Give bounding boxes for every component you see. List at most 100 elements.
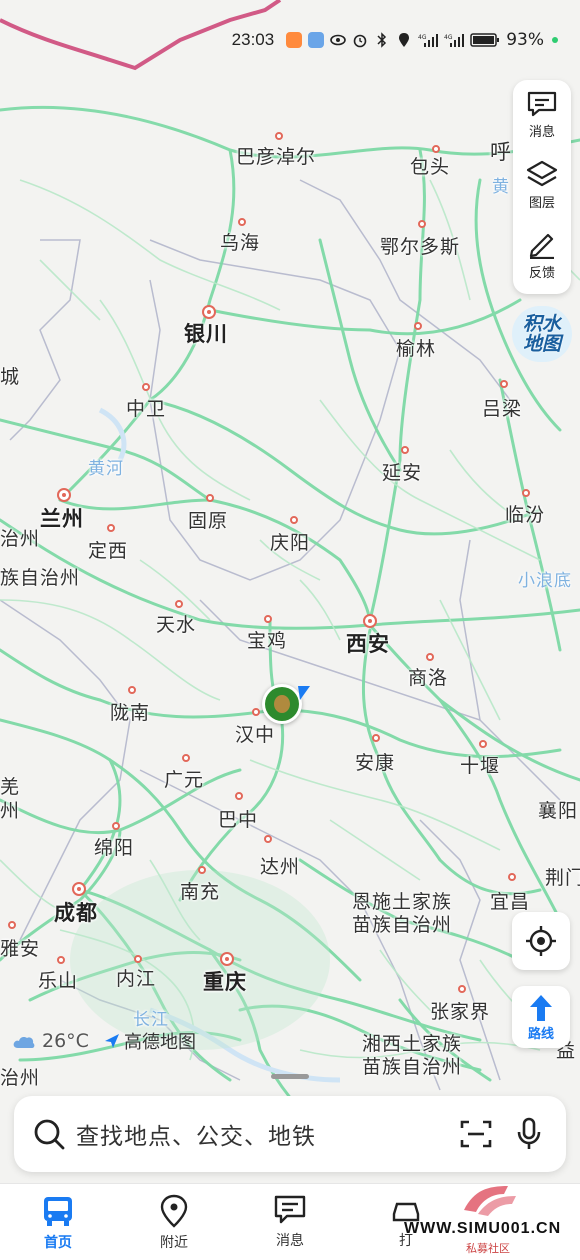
city-dot [112,822,120,830]
city-label: 银川 [184,322,228,346]
city-label: 固原 [188,510,229,532]
layers-icon [526,160,558,187]
capital-dot [72,882,86,896]
city-label: 绵阳 [94,837,135,859]
city-label: 包头 [410,156,451,178]
city-label: 商洛 [408,667,449,689]
locate-button[interactable] [512,912,570,970]
status-bar: 23:03 4G 4G 93% [232,28,580,52]
city-dot [107,524,115,532]
city-label: 十堰 [460,755,501,777]
tab-label: 首页 [44,1235,72,1251]
city-dot [252,708,260,716]
city-label: 延安 [382,462,423,484]
cloud-icon [13,1037,35,1048]
flood-map-label: 积水地图 [522,313,561,355]
city-dot [418,220,426,228]
city-label: 宜昌 [490,891,531,913]
search-placeholder: 查找地点、公交、地铁 [76,1124,316,1150]
city-label: 陇南 [110,702,151,724]
city-label: 羌 [0,776,21,798]
tab-label: 消息 [276,1233,304,1249]
battery-icon [470,33,500,47]
sheet-drag-handle[interactable] [271,1074,309,1079]
city-dot [458,985,466,993]
watermark-url: WWW.SIMU001.CN [404,1220,562,1237]
river-label: 黄河 [88,459,124,479]
crosshair-icon [526,926,556,956]
city-label: 汉中 [235,724,276,746]
map-canvas[interactable]: 巴彦淖尔 包头 呼 黄 乌海 鄂尔多斯 银川 榆林 城 中卫 吕梁 黄河 延安 … [0,0,580,1190]
city-label: 庆阳 [270,532,311,554]
city-label: 荆门 [545,867,580,889]
city-label: 族自治州 [0,567,81,589]
city-label: 广元 [164,769,205,791]
city-label: 西安 [346,632,390,656]
weather-info: 26°C 高德地图 [12,1028,196,1054]
city-label: 重庆 [203,970,247,994]
city-dot [290,516,298,524]
signal-icon: 4G [418,34,439,47]
bluetooth-icon [377,32,387,48]
search-icon [34,1119,65,1150]
city-dot [508,873,516,881]
city-label: 巴中 [218,809,259,831]
feedback-button[interactable]: 反馈 [513,220,571,290]
city-label: 巴彦淖尔 [236,146,317,168]
city-label: 中卫 [126,398,167,420]
avatar [265,687,299,721]
city-dot [128,686,136,694]
message-label: 消息 [528,125,555,140]
city-dot [142,383,150,391]
tab-messages[interactable]: 消息 [232,1184,348,1260]
city-label: 天水 [156,614,197,636]
watermark-logo-icon [464,1186,516,1216]
layers-button[interactable]: 图层 [513,150,571,220]
charging-dot [552,37,558,43]
microphone-icon[interactable] [516,1117,542,1151]
city-label: 治州 [0,1067,41,1089]
river-label: 黄 [492,177,510,197]
city-dot [479,740,487,748]
city-label: 乌海 [220,232,261,254]
pin-icon [160,1194,188,1228]
capital-dot [363,614,377,628]
city-label: 榆林 [396,338,437,360]
river-label: 长江 [133,1010,169,1030]
route-arrow-icon [530,994,552,1021]
city-dot [57,956,65,964]
city-label: 临汾 [505,504,546,526]
battery-percent: 93% [506,30,544,50]
capital-dot [220,952,234,966]
watermark-sub: 私募社区 [466,1242,510,1255]
city-label: 苗族自治州 [362,1056,463,1078]
layers-label: 图层 [528,196,555,211]
brand-name: 高德地图 [123,1032,196,1053]
city-label: 安康 [355,752,396,774]
message-icon [527,91,557,117]
city-label: 鄂尔多斯 [380,236,461,258]
capital-dot [57,488,71,502]
city-label: 呼 [490,140,512,164]
route-label: 路线 [527,1026,554,1042]
tab-home[interactable]: 首页 [0,1184,116,1260]
user-location-marker[interactable] [262,684,310,724]
feedback-label: 反馈 [528,266,555,281]
route-button[interactable]: 路线 [512,986,570,1048]
message-button[interactable]: 消息 [513,80,571,150]
bus-icon [44,1197,72,1226]
city-dot [182,754,190,762]
city-dot [522,489,530,497]
city-dot [264,615,272,623]
city-label: 定西 [88,540,129,562]
flood-map-button[interactable]: 积水地图 [512,306,572,362]
tab-nearby[interactable]: 附近 [116,1184,232,1260]
brand-logo: 高德地图 [103,1028,196,1054]
city-label: 州 [0,800,21,822]
river-label: 小浪底 [518,571,572,591]
scan-icon[interactable] [460,1119,492,1149]
amap-logo-icon [104,1034,119,1048]
search-bar[interactable]: 查找地点、公交、地铁 [14,1096,566,1172]
svg-text:4G: 4G [444,34,453,41]
heading-arrow-icon [298,686,310,700]
